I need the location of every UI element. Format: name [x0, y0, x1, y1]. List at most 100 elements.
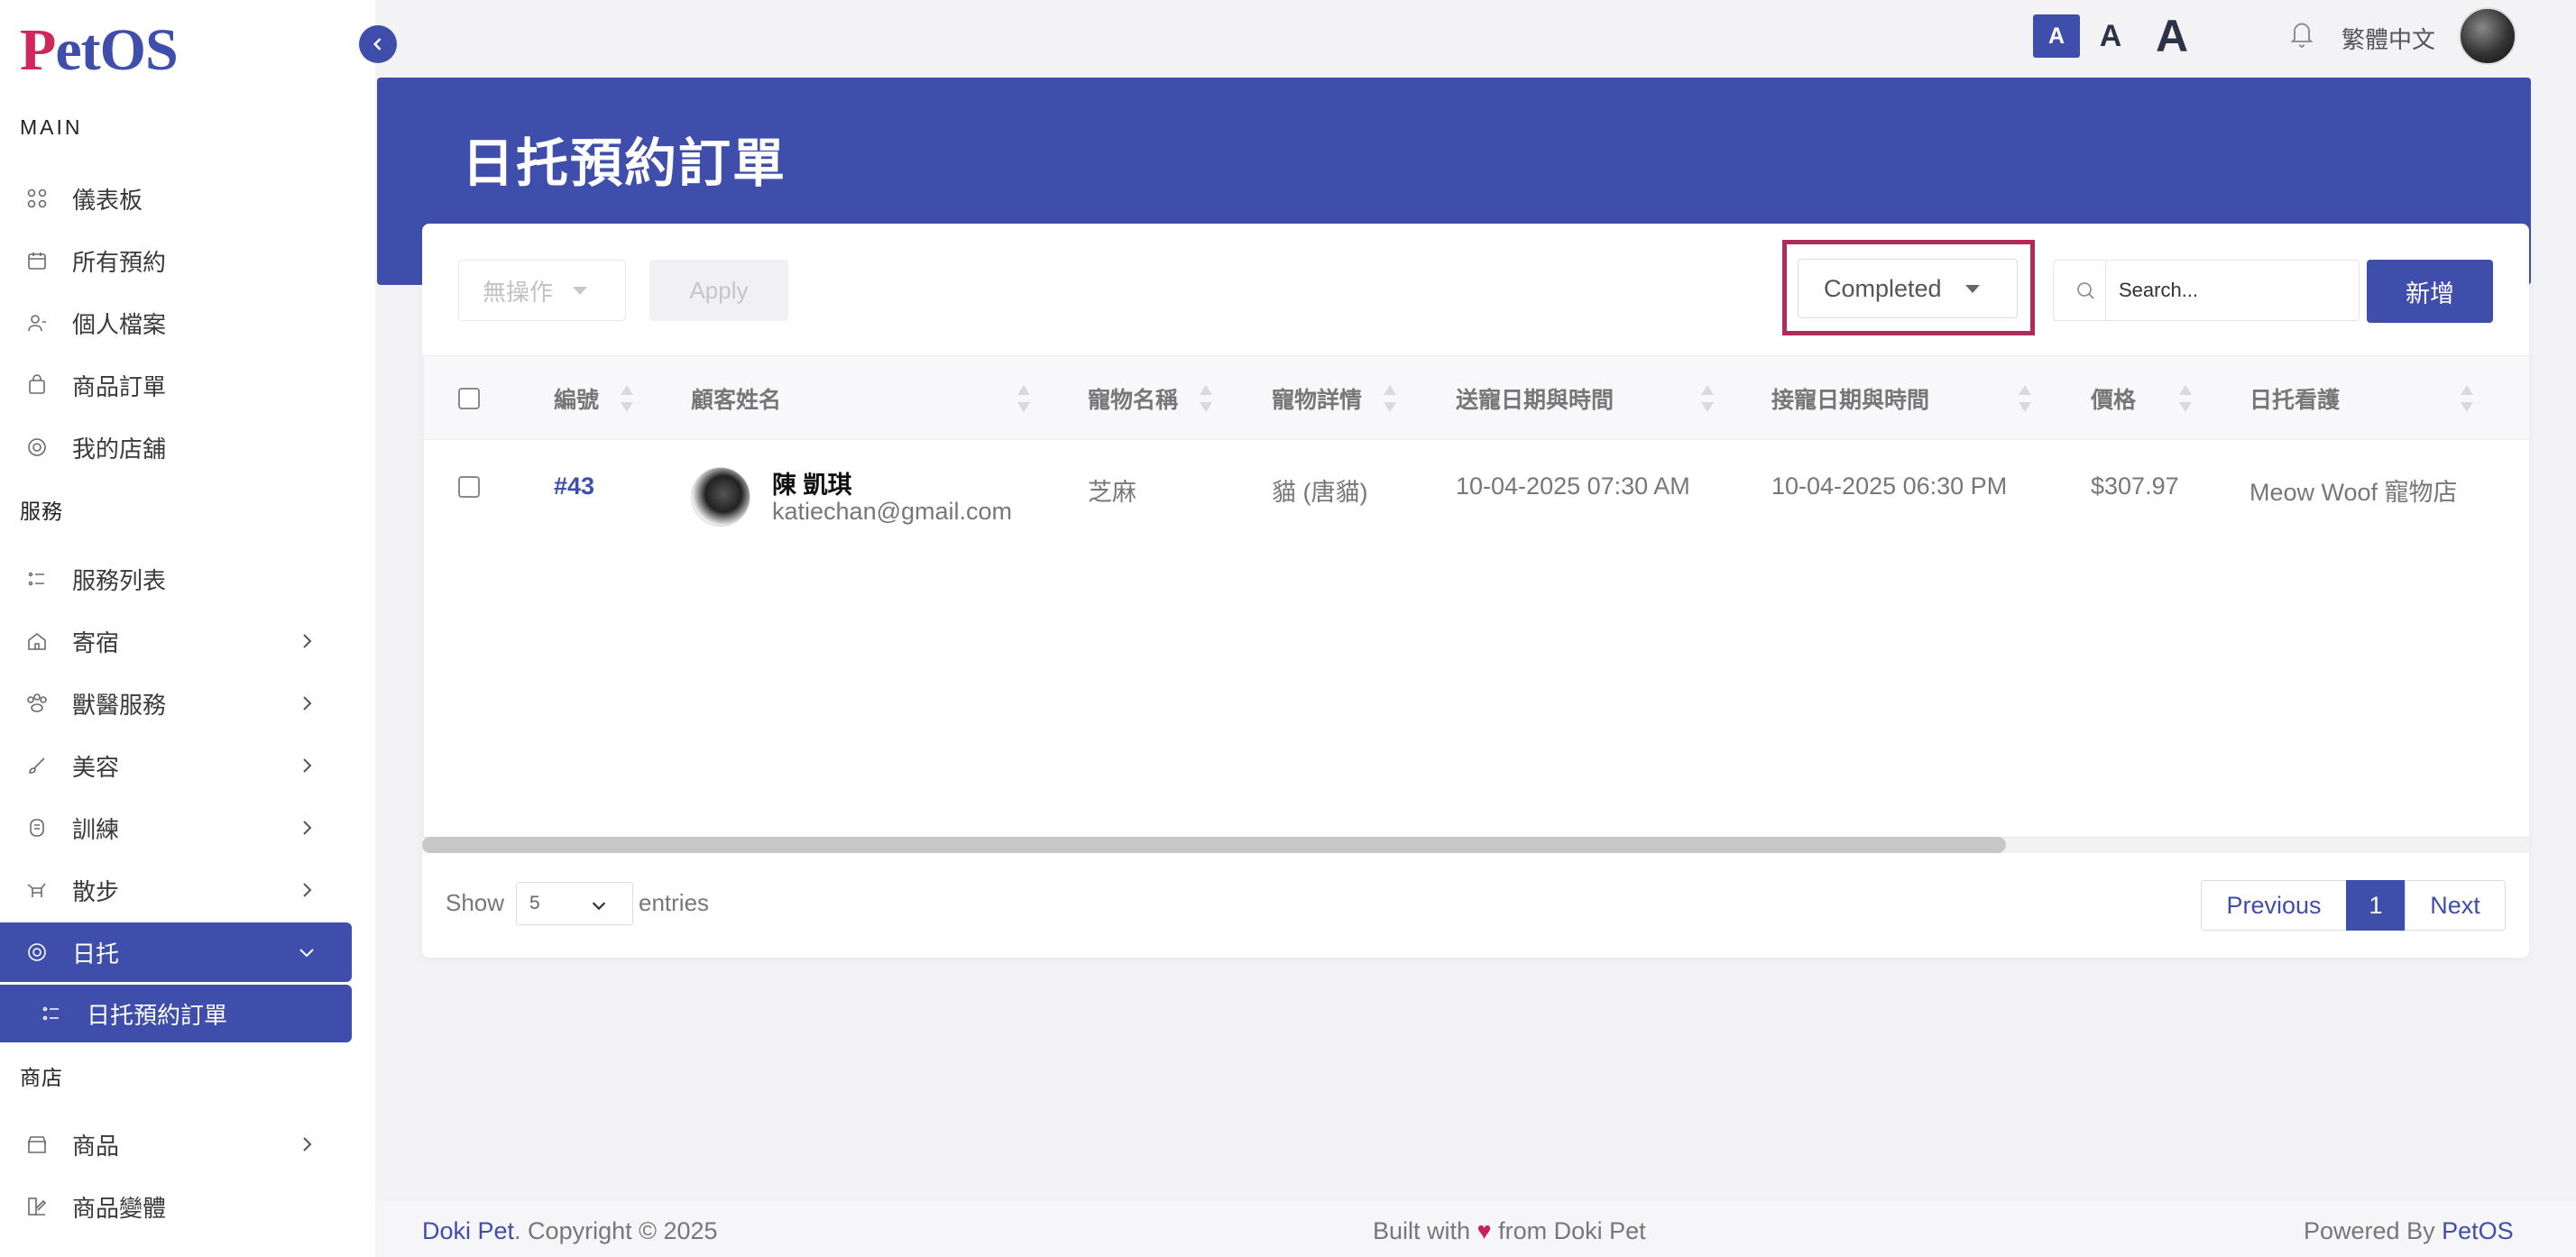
- column-header-pickup[interactable]: 接寵日期與時間: [1771, 356, 1929, 441]
- section-title-shop: 商店: [20, 1066, 63, 1089]
- store-icon: [25, 1133, 49, 1156]
- sidebar-item-label: 寄宿: [72, 628, 120, 656]
- footer-petos-link[interactable]: PetOS: [2442, 1217, 2514, 1244]
- horizontal-scrollbar-thumb[interactable]: [422, 837, 2006, 853]
- language-selector[interactable]: 繁體中文: [2341, 22, 2435, 55]
- sidebar-item-grooming[interactable]: 美容: [0, 737, 352, 794]
- sort-icon[interactable]: [2461, 385, 2473, 412]
- font-size-medium-button[interactable]: A: [2091, 14, 2130, 58]
- shopping-bag-icon: [25, 373, 49, 397]
- table-border: [422, 355, 424, 842]
- status-filter-select[interactable]: Completed: [1798, 259, 2018, 318]
- column-header-id[interactable]: 編號: [554, 356, 599, 441]
- status-filter-value: Completed: [1824, 274, 1942, 302]
- sidebar-item-label: 個人檔案: [72, 310, 167, 338]
- user-avatar[interactable]: [2459, 7, 2516, 65]
- entries-value: 5: [529, 893, 540, 913]
- sort-icon[interactable]: [1200, 385, 1212, 412]
- sidebar: PetOS MAIN 儀表板 所有預約 個人檔案 商品訂單 我的店舖 服務 服務…: [0, 0, 375, 1257]
- chevron-right-icon: [296, 693, 317, 714]
- caret-down-icon: [573, 286, 588, 295]
- dashboard-icon: [25, 187, 49, 210]
- variant-icon: [25, 1195, 49, 1218]
- sidebar-item-label: 所有預約: [72, 248, 167, 276]
- price-cell: $307.97: [2091, 473, 2179, 500]
- sidebar-item-walking[interactable]: 散步: [0, 861, 352, 919]
- footer-brand-link[interactable]: Doki Pet: [422, 1217, 514, 1244]
- column-header-customer[interactable]: 顧客姓名: [691, 356, 781, 441]
- dog-walk-icon: [25, 878, 49, 902]
- apply-button[interactable]: Apply: [649, 260, 788, 321]
- sort-icon[interactable]: [2179, 385, 2192, 412]
- list-icon: [40, 1002, 63, 1025]
- page-title: 日托預約訂單: [462, 134, 787, 193]
- caret-down-icon: [1964, 284, 1980, 293]
- pagination-next[interactable]: Next: [2405, 880, 2506, 931]
- training-icon: [25, 816, 49, 840]
- sidebar-item-product-variants[interactable]: 商品變體: [0, 1178, 352, 1235]
- order-id-link[interactable]: #43: [554, 473, 594, 500]
- sidebar-item-profile[interactable]: 個人檔案: [0, 294, 352, 352]
- sort-icon[interactable]: [621, 385, 633, 412]
- sort-icon[interactable]: [1384, 385, 1396, 412]
- sidebar-collapse-button[interactable]: [359, 25, 397, 63]
- sidebar-item-boarding[interactable]: 寄宿: [0, 612, 352, 670]
- heart-icon: ♥: [1477, 1217, 1492, 1244]
- chevron-right-icon: [296, 630, 317, 652]
- sidebar-item-products[interactable]: 商品: [0, 1115, 352, 1173]
- bulk-action-select[interactable]: 無操作: [458, 260, 626, 321]
- chevron-right-icon: [296, 1133, 317, 1155]
- sidebar-item-daycare[interactable]: 日托: [0, 922, 352, 982]
- row-checkbox[interactable]: [458, 476, 480, 498]
- pagination-page-1[interactable]: 1: [2346, 880, 2406, 931]
- sidebar-item-label: 儀表板: [72, 186, 143, 214]
- sidebar-item-training[interactable]: 訓練: [0, 799, 352, 857]
- sidebar-item-all-bookings[interactable]: 所有預約: [0, 232, 352, 289]
- pet-name-cell: 芝麻: [1088, 479, 1136, 506]
- sidebar-item-label: 商品變體: [72, 1194, 167, 1222]
- pickup-cell: 10-04-2025 06:30 PM: [1771, 473, 2008, 500]
- chevron-down-icon: [589, 895, 609, 915]
- sidebar-item-product-orders[interactable]: 商品訂單: [0, 356, 352, 414]
- calendar-icon: [25, 249, 49, 272]
- pagination-previous[interactable]: Previous: [2201, 880, 2347, 931]
- sidebar-item-service-list[interactable]: 服務列表: [0, 550, 352, 608]
- status-filter-highlight: Completed: [1782, 240, 2035, 335]
- sidebar-item-vet[interactable]: 獸醫服務: [0, 674, 352, 732]
- sidebar-item-my-store[interactable]: 我的店舖: [0, 418, 352, 476]
- customer-email: katiechan@gmail.com: [772, 498, 1013, 525]
- sort-icon[interactable]: [1017, 385, 1030, 412]
- sidebar-item-label: 美容: [72, 753, 120, 781]
- select-all-checkbox[interactable]: [458, 356, 480, 441]
- search-input[interactable]: [2105, 260, 2360, 321]
- entries-per-page-select[interactable]: 5: [516, 882, 633, 925]
- column-header-caretaker[interactable]: 日托看護: [2249, 356, 2340, 441]
- column-header-price[interactable]: 價格: [2091, 356, 2136, 441]
- column-header-dropoff[interactable]: 送寵日期與時間: [1456, 356, 1614, 441]
- brush-icon: [25, 754, 49, 777]
- chevron-right-icon: [296, 755, 317, 776]
- font-size-large-button[interactable]: A: [2147, 11, 2197, 61]
- caretaker-cell: Meow Woof 寵物店: [2249, 479, 2458, 506]
- pet-detail-cell: 貓 (唐貓): [1272, 479, 1368, 506]
- orders-card: 無操作 Apply Completed 新增 編號 顧客姓名 寵物名稱 寵物詳情…: [422, 224, 2529, 958]
- column-header-pet-detail[interactable]: 寵物詳情: [1272, 356, 1362, 441]
- show-label: Show: [446, 889, 505, 916]
- sort-icon[interactable]: [1701, 385, 1714, 412]
- table-row: #43 芝麻 貓 (唐貓) 10-04-2025 07:30 AM 10-04-…: [422, 440, 2529, 534]
- bell-icon[interactable]: [2289, 20, 2314, 49]
- sidebar-item-label: 服務列表: [72, 566, 167, 594]
- sidebar-item-daycare-orders[interactable]: 日托預約訂單: [0, 985, 352, 1042]
- font-size-small-button[interactable]: A: [2033, 14, 2080, 58]
- chevron-right-icon: [296, 817, 317, 839]
- petos-logo[interactable]: PetOS: [20, 16, 179, 85]
- footer-powered-by: Powered By PetOS: [2304, 1217, 2514, 1244]
- section-title-services: 服務: [20, 500, 63, 523]
- sidebar-item-dashboard[interactable]: 儀表板: [0, 170, 352, 227]
- paw-group-icon: [25, 692, 49, 715]
- customer-name: 陳 凱琪: [772, 472, 852, 499]
- sidebar-item-label: 商品: [72, 1132, 120, 1160]
- column-header-pet-name[interactable]: 寵物名稱: [1088, 356, 1178, 441]
- add-button[interactable]: 新增: [2367, 260, 2493, 323]
- sort-icon[interactable]: [2019, 385, 2031, 412]
